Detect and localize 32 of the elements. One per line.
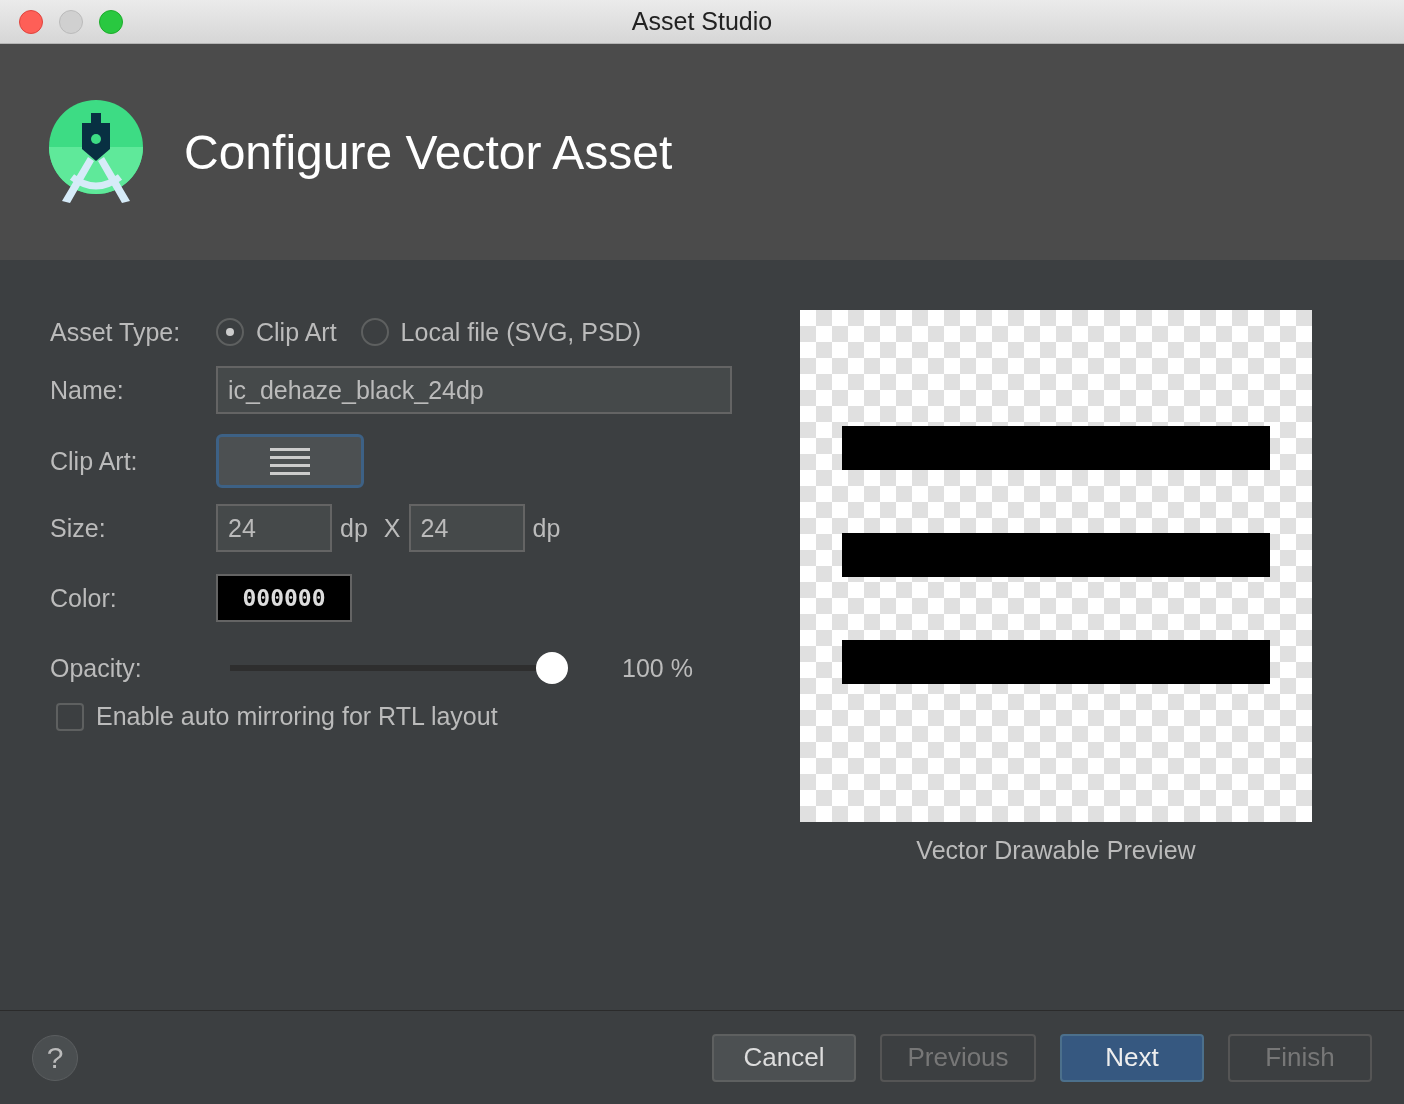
preview-caption: Vector Drawable Preview <box>916 836 1196 865</box>
dialog-button[interactable]: Next <box>1060 1033 1204 1082</box>
close-button[interactable] <box>19 9 43 34</box>
separator-label: X <box>383 513 401 543</box>
height-field[interactable]: 24 <box>408 504 525 552</box>
radio-label[interactable]: Local file (SVG, PSD) <box>400 317 641 347</box>
clip-art-button[interactable] <box>216 434 364 488</box>
unit-label: dp <box>340 513 368 543</box>
zoom-button[interactable] <box>99 9 123 34</box>
checkbox[interactable] <box>56 702 84 731</box>
dialog-button[interactable]: Cancel <box>712 1033 856 1082</box>
field-label: Clip Art: <box>50 446 139 476</box>
name-field[interactable]: ic_dehaze_black_24dp <box>216 366 732 414</box>
color-swatch[interactable]: 000000 <box>216 574 352 622</box>
radio-label[interactable]: Clip Art <box>256 317 337 347</box>
help-button[interactable]: ? <box>32 1034 78 1081</box>
page-heading: Configure Vector Asset <box>184 124 673 180</box>
field-label: Opacity: <box>50 653 143 683</box>
android-studio-logo-icon <box>48 99 144 205</box>
radio-button[interactable] <box>360 318 389 346</box>
opacity-reading: 100 % <box>622 653 693 683</box>
field-label: Asset Type: <box>50 317 182 347</box>
width-field[interactable]: 24 <box>216 504 332 552</box>
radio-button[interactable] <box>216 318 244 346</box>
menu-icon <box>270 447 310 475</box>
checkbox-label[interactable]: Enable auto mirroring for RTL layout <box>96 702 498 731</box>
field-label: Size: <box>50 513 107 543</box>
field-label: Name: <box>50 375 125 405</box>
window-title: Asset Studio <box>631 7 773 35</box>
field-label: Color: <box>50 583 118 613</box>
unit-label: dp <box>532 513 561 543</box>
slider-thumb[interactable] <box>536 652 568 684</box>
